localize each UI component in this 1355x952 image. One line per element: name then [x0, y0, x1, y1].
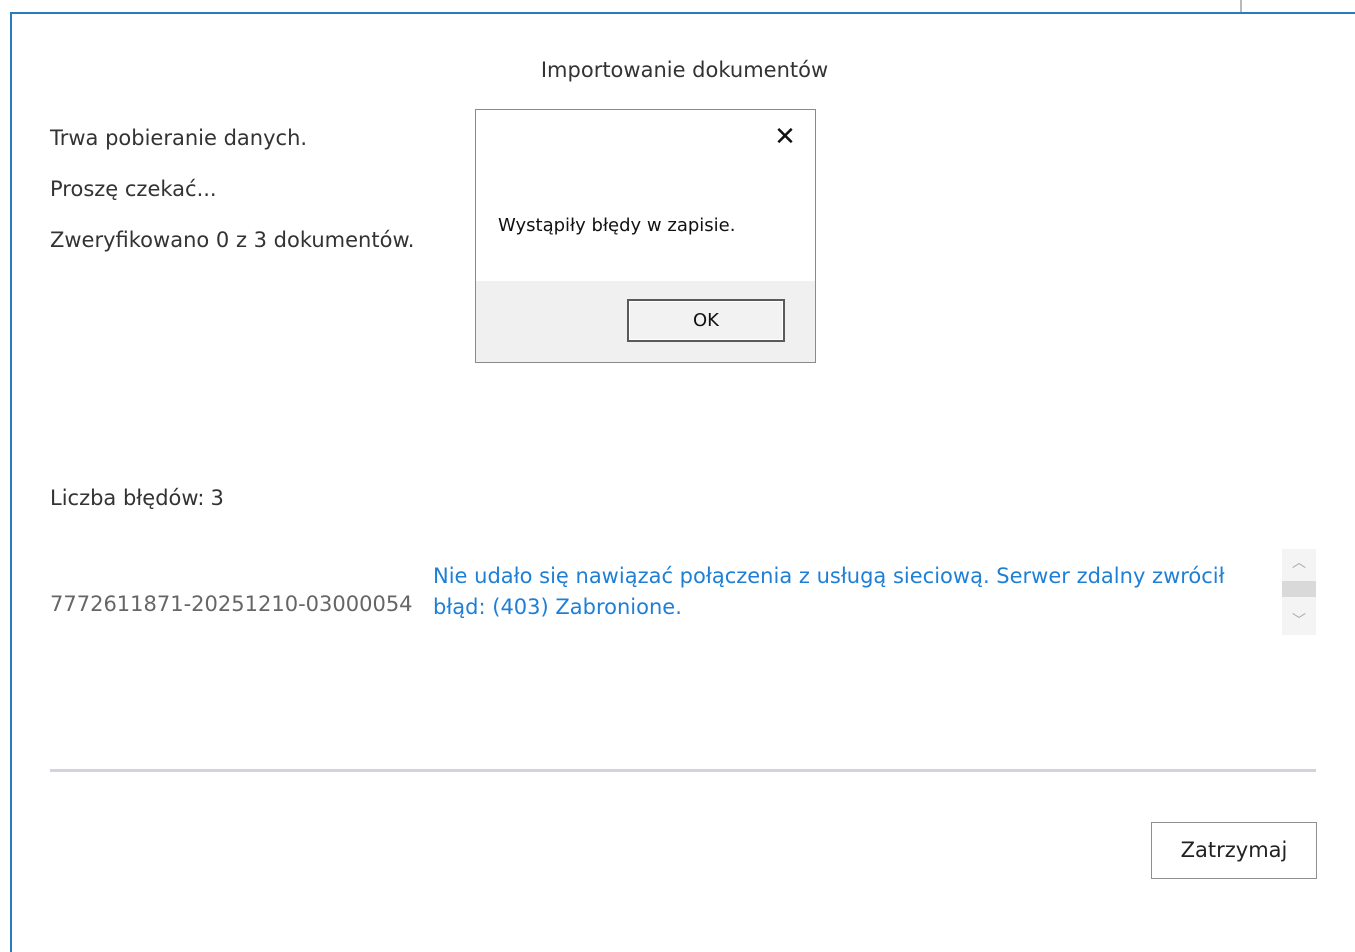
error-message-link[interactable]: Nie udało się nawiązać połączenia z usłu…	[433, 561, 1275, 623]
close-icon[interactable]: ✕	[772, 124, 798, 150]
message-box-footer: OK	[476, 281, 815, 362]
message-box-text: Wystąpiły błędy w zapisie.	[498, 215, 736, 236]
status-line-please-wait: Proszę czekać...	[50, 177, 217, 201]
errors-count-value: 3	[210, 486, 224, 510]
background-window-edge	[1240, 0, 1242, 12]
error-list-scrollbar[interactable]: ︿ ﹀	[1282, 549, 1316, 635]
errors-count-label: Liczba błędów:	[50, 486, 205, 510]
stop-button[interactable]: Zatrzymaj	[1151, 822, 1317, 879]
error-document-id: 7772611871-20251210-03000054	[50, 592, 412, 616]
chevron-up-icon[interactable]: ︿	[1282, 551, 1316, 575]
chevron-down-icon[interactable]: ﹀	[1282, 609, 1316, 633]
dialog-title: Importowanie dokumentów	[540, 58, 829, 82]
status-line-verified-count: Zweryfikowano 0 z 3 dokumentów.	[50, 228, 415, 252]
scrollbar-thumb[interactable]	[1282, 581, 1316, 597]
status-line-downloading: Trwa pobieranie danych.	[50, 126, 308, 150]
divider	[50, 769, 1316, 772]
error-message-box: ✕ Wystąpiły błędy w zapisie. OK	[475, 109, 816, 363]
ok-button[interactable]: OK	[627, 299, 785, 342]
errors-count-row: Liczba błędów: 3	[50, 486, 224, 510]
